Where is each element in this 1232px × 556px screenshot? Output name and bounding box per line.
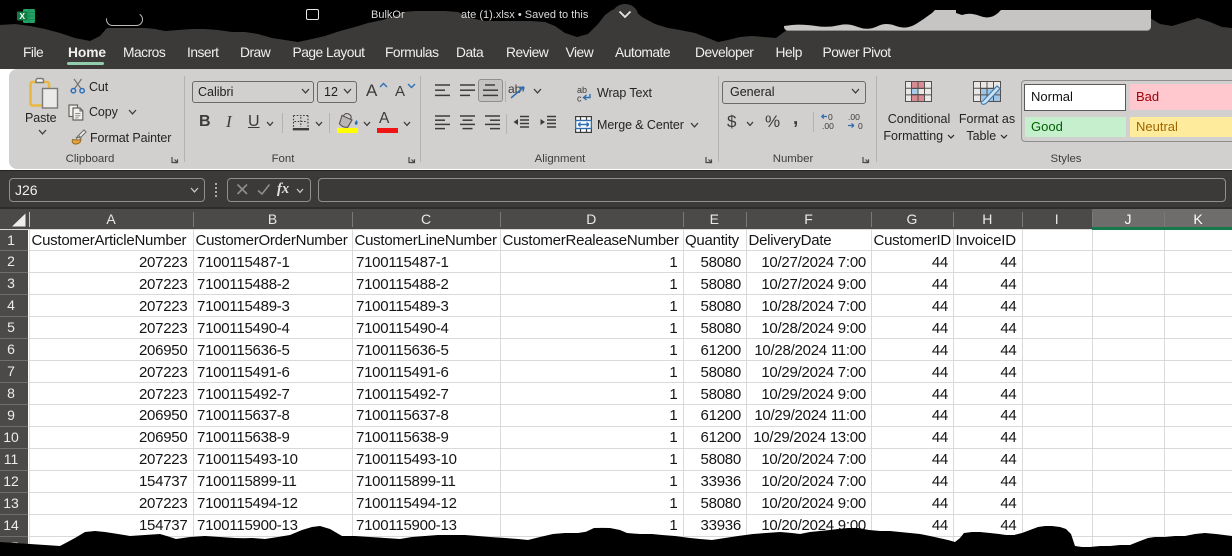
svg-text:X: X	[19, 11, 25, 21]
svg-text:c: c	[577, 94, 582, 103]
svg-text:0: 0	[858, 121, 863, 131]
svg-text:.00: .00	[822, 121, 834, 131]
